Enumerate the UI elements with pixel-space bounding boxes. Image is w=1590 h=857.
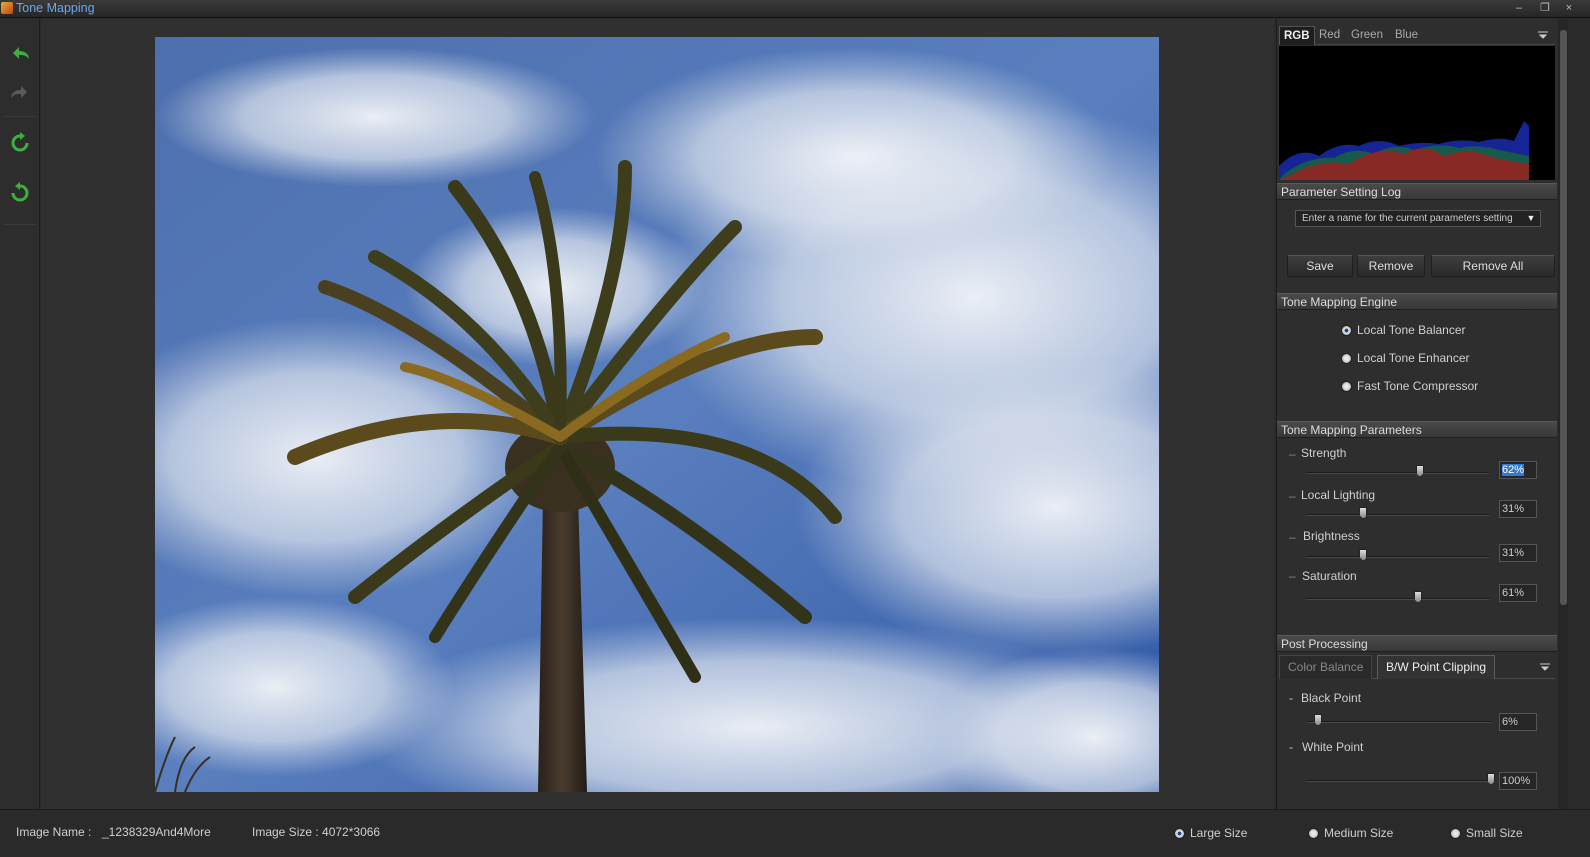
engine-option-local-tone-balancer[interactable]: Local Tone Balancer [1341, 322, 1466, 338]
local-lighting-label: Local Lighting [1301, 488, 1376, 502]
strength-slider-track[interactable] [1307, 472, 1489, 474]
collapse-icon: - [1289, 740, 1293, 754]
strength-value[interactable]: 62% [1499, 461, 1537, 479]
strength-label: Strength [1301, 446, 1347, 460]
panel-scrollbar-thumb[interactable] [1560, 30, 1567, 605]
tab-blue[interactable]: Blue [1391, 26, 1422, 45]
menu-icon[interactable] [1537, 30, 1549, 40]
remove-all-button[interactable]: Remove All [1431, 255, 1555, 277]
rotate-left-button[interactable] [6, 179, 34, 207]
engine-option-fast-tone-compressor[interactable]: Fast Tone Compressor [1341, 378, 1478, 394]
white-point-slider-track[interactable] [1307, 780, 1491, 782]
settings-panel: RGB Red Green Blue Parameter Setting Log… [1276, 19, 1558, 809]
undo-icon [13, 47, 29, 59]
white-point-value[interactable]: 100% [1499, 772, 1537, 790]
collapse-icon: – [1289, 569, 1296, 583]
tool-strip [0, 19, 40, 809]
save-button[interactable]: Save [1287, 255, 1353, 277]
size-option-label: Large Size [1190, 826, 1248, 840]
histogram-graph [1279, 121, 1529, 180]
brightness-slider-track[interactable] [1307, 556, 1489, 558]
local-lighting-value[interactable]: 31% [1499, 500, 1537, 518]
engine-option-label: Local Tone Balancer [1357, 323, 1466, 337]
image-name-label: Image Name : [16, 825, 92, 839]
black-point-slider-thumb[interactable] [1314, 714, 1323, 726]
palm-tree-photo [155, 37, 1159, 792]
tab-red[interactable]: Red [1315, 26, 1344, 45]
menu-icon[interactable] [1539, 662, 1551, 672]
black-point-slider-track[interactable] [1307, 721, 1491, 723]
size-option-label: Small Size [1466, 826, 1523, 840]
brightness-value[interactable]: 31% [1499, 544, 1537, 562]
white-point-label: White Point [1302, 740, 1364, 754]
status-bar: Image Name : _1238329And4More Image Size… [0, 809, 1590, 857]
collapse-icon: – [1289, 489, 1296, 503]
tab-color-balance[interactable]: Color Balance [1279, 655, 1373, 679]
brightness-slider-thumb[interactable] [1359, 549, 1368, 561]
post-tabs: Color Balance B/W Point Clipping [1279, 655, 1555, 679]
tab-bw-point-clipping[interactable]: B/W Point Clipping [1377, 655, 1496, 679]
log-name-dropdown[interactable]: Enter a name for the current parameters … [1295, 210, 1541, 227]
remove-button[interactable]: Remove [1357, 255, 1425, 277]
saturation-slider-track[interactable] [1307, 598, 1489, 600]
image-canvas[interactable] [41, 19, 1274, 809]
strength-slider-thumb[interactable] [1415, 465, 1424, 477]
white-point-slider-thumb[interactable] [1487, 773, 1495, 785]
preview-image [155, 37, 1159, 792]
brightness-label: Brightness [1303, 529, 1360, 543]
chevron-down-icon: ▼ [1526, 213, 1536, 223]
histogram [1279, 46, 1555, 180]
window-title: Tone Mapping [16, 1, 95, 15]
radio-checked-icon [1341, 324, 1352, 336]
tab-green[interactable]: Green [1347, 26, 1387, 45]
post-header: Post Processing [1277, 635, 1557, 652]
local-lighting-slider-track[interactable] [1307, 514, 1489, 516]
radio-checked-icon [1174, 827, 1185, 839]
histogram-tabs: RGB Red Green Blue [1279, 26, 1555, 45]
black-point-label: Black Point [1301, 691, 1362, 705]
engine-option-local-tone-enhancer[interactable]: Local Tone Enhancer [1341, 350, 1470, 366]
log-header: Parameter Setting Log [1277, 183, 1557, 200]
black-point-value[interactable]: 6% [1499, 713, 1537, 731]
size-option-small[interactable]: Small Size [1450, 825, 1523, 841]
saturation-label: Saturation [1302, 569, 1357, 583]
collapse-icon: - [1289, 691, 1293, 705]
engine-option-label: Fast Tone Compressor [1357, 379, 1479, 393]
redo-icon [11, 86, 27, 98]
radio-icon [1341, 352, 1352, 364]
redo-button[interactable] [6, 78, 34, 106]
local-lighting-slider-thumb[interactable] [1359, 507, 1368, 519]
collapse-icon: – [1289, 530, 1296, 544]
close-button[interactable]: × [1560, 0, 1578, 16]
radio-icon [1308, 827, 1319, 839]
collapse-icon: – [1289, 447, 1296, 461]
rotate-left-icon [11, 182, 29, 202]
rotate-right-button[interactable] [6, 129, 34, 157]
title-bar: Tone Mapping – ❐ × [0, 0, 1590, 18]
engine-option-label: Local Tone Enhancer [1357, 351, 1470, 365]
params-header: Tone Mapping Parameters [1277, 421, 1557, 438]
app-icon [1, 2, 13, 14]
tab-rgb[interactable]: RGB [1279, 26, 1315, 45]
restore-button[interactable]: ❐ [1536, 0, 1554, 16]
saturation-value[interactable]: 61% [1499, 584, 1537, 602]
log-name-placeholder: Enter a name for the current parameters … [1302, 213, 1513, 224]
size-option-medium[interactable]: Medium Size [1308, 825, 1393, 841]
saturation-slider-thumb[interactable] [1414, 591, 1423, 603]
radio-icon [1341, 380, 1352, 392]
image-name-value: _1238329And4More [102, 825, 211, 839]
rotate-right-icon [11, 132, 29, 152]
size-option-label: Medium Size [1324, 826, 1394, 840]
size-option-large[interactable]: Large Size [1174, 825, 1247, 841]
radio-icon [1450, 827, 1461, 839]
undo-button[interactable] [6, 39, 34, 67]
engine-header: Tone Mapping Engine [1277, 293, 1557, 310]
minimize-button[interactable]: – [1510, 0, 1528, 16]
image-size: Image Size : 4072*3066 [252, 825, 381, 839]
